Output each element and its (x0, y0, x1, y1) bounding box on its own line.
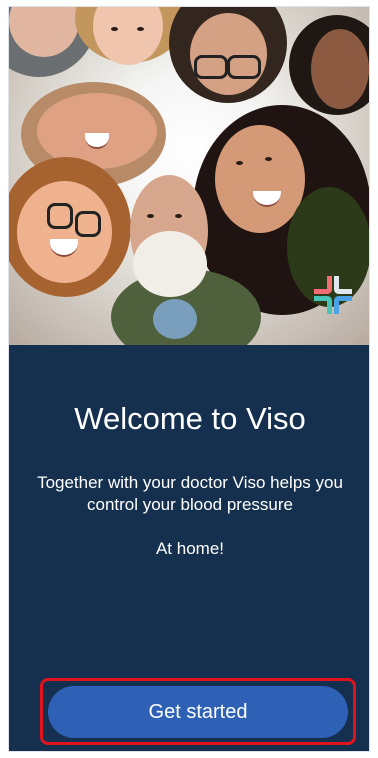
eye (147, 214, 154, 218)
viso-logo-icon (314, 276, 352, 314)
welcome-screen: Welcome to Viso Together with your docto… (8, 6, 370, 752)
shirt-collar (153, 299, 197, 339)
face-top-right (190, 13, 267, 95)
glasses-icon (75, 211, 101, 237)
welcome-content: Welcome to Viso Together with your docto… (9, 345, 369, 751)
get-started-button[interactable]: Get started (48, 686, 348, 738)
eye (236, 161, 243, 165)
eye (137, 27, 144, 31)
glasses-icon (47, 203, 73, 229)
glasses-icon (227, 55, 261, 79)
hero-photo (9, 7, 369, 345)
eye (111, 27, 118, 31)
glasses-icon (194, 55, 228, 79)
white-beard (133, 231, 207, 297)
welcome-description: Together with your doctor Viso helps you… (37, 473, 343, 514)
page-title: Welcome to Viso (74, 401, 306, 436)
eye (175, 214, 182, 218)
face-far-right (311, 29, 369, 109)
welcome-tagline: At home! (155, 539, 225, 558)
eye (265, 157, 272, 161)
